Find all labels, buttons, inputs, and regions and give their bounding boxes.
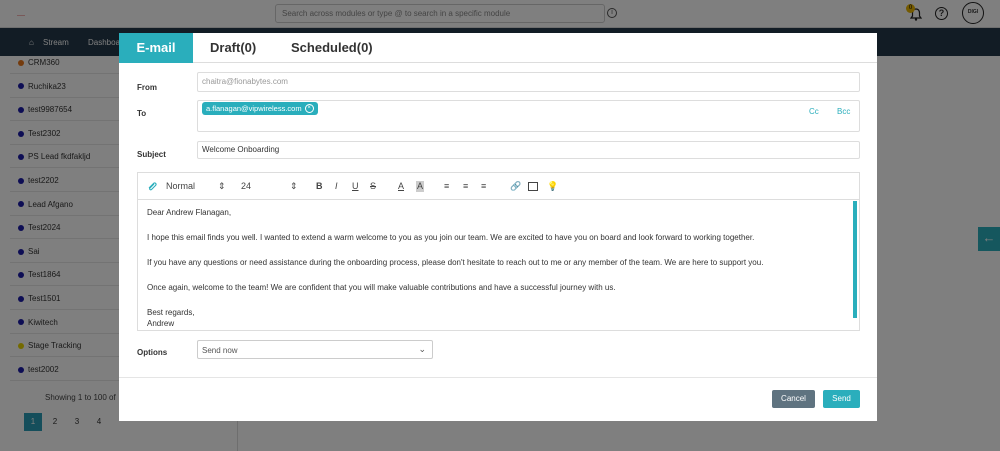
send-button[interactable]: Send — [823, 390, 860, 408]
subject-label: Subject — [137, 150, 166, 159]
email-modal: E-mail Draft(0) Scheduled(0) From chaitr… — [119, 33, 877, 421]
format-select[interactable]: Normal — [166, 181, 195, 192]
editor-scrollbar[interactable] — [853, 201, 857, 318]
body-closing: Best regards, — [147, 308, 195, 317]
lightbulb-icon[interactable]: 💡 — [547, 181, 558, 192]
image-icon[interactable] — [528, 182, 538, 191]
font-color-icon[interactable]: A — [398, 181, 404, 192]
italic-icon[interactable]: I — [335, 181, 338, 192]
underline-icon[interactable]: U — [352, 181, 359, 192]
tab-email[interactable]: E-mail — [119, 33, 193, 63]
size-select-arrows-icon[interactable]: ⇕ — [290, 181, 298, 192]
link-icon[interactable]: 🔗 — [510, 181, 521, 192]
cc-link[interactable]: Cc — [809, 107, 819, 116]
from-label: From — [137, 83, 157, 92]
bold-icon[interactable]: B — [316, 181, 323, 192]
modal-footer-divider — [119, 377, 877, 378]
align-icon[interactable]: ≡ — [481, 181, 486, 192]
subject-field[interactable]: Welcome Onboarding — [197, 141, 860, 159]
body-greeting: Dear Andrew Flanagan, — [147, 208, 232, 217]
body-paragraph-2: If you have any questions or need assist… — [147, 258, 764, 267]
recipient-chip-label: a.flanagan@vipwireless.com — [206, 104, 302, 113]
tab-scheduled[interactable]: Scheduled(0) — [291, 33, 373, 63]
email-editor: Normal ⇕ 24 ⇕ B I U S A A ≡ ≡ ≡ 🔗 💡 Dear… — [137, 172, 860, 331]
tab-draft[interactable]: Draft(0) — [210, 33, 256, 63]
options-select[interactable]: Send now ⌄ — [197, 340, 433, 359]
ordered-list-icon[interactable]: ≡ — [444, 181, 449, 192]
strikethrough-icon[interactable]: S — [370, 181, 376, 192]
email-body[interactable]: Dear Andrew Flanagan, I hope this email … — [138, 200, 859, 330]
options-select-value: Send now — [202, 346, 238, 355]
recipient-chip[interactable]: a.flanagan@vipwireless.com × — [202, 102, 318, 115]
editor-toolbar: Normal ⇕ 24 ⇕ B I U S A A ≡ ≡ ≡ 🔗 💡 — [138, 173, 859, 200]
format-select-arrows-icon[interactable]: ⇕ — [218, 181, 226, 192]
bcc-link[interactable]: Bcc — [837, 107, 850, 116]
body-paragraph-1: I hope this email finds you well. I want… — [147, 233, 755, 242]
remove-recipient-icon[interactable]: × — [304, 104, 314, 113]
attachment-icon[interactable] — [146, 181, 157, 192]
cancel-button[interactable]: Cancel — [772, 390, 815, 408]
options-label: Options — [137, 348, 168, 357]
body-signature: Andrew — [147, 319, 175, 328]
size-select[interactable]: 24 — [241, 181, 251, 192]
from-field: chaitra@fionabytes.com — [197, 72, 860, 92]
to-label: To — [137, 109, 147, 118]
chevron-down-icon: ⌄ — [418, 344, 426, 354]
modal-tabs: E-mail Draft(0) Scheduled(0) — [119, 33, 877, 63]
bullet-list-icon[interactable]: ≡ — [463, 181, 468, 192]
body-paragraph-3: Once again, welcome to the team! We are … — [147, 283, 616, 292]
highlight-icon[interactable]: A — [416, 181, 425, 192]
